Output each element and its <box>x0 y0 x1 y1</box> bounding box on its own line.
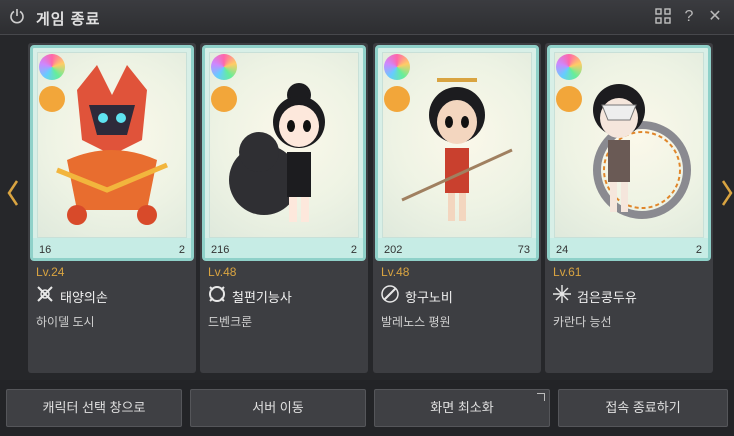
skill-badge-icon <box>556 86 582 112</box>
character-portrait: 216 2 <box>202 45 366 261</box>
character-portrait: 24 2 <box>547 45 711 261</box>
rainbow-badge-icon <box>384 54 410 80</box>
character-name: 검은콩두유 <box>577 290 637 305</box>
help-icon[interactable]: ? <box>680 8 698 26</box>
server-move-button[interactable]: 서버 이동 <box>190 389 366 427</box>
class-icon <box>381 285 399 303</box>
skill-badge-icon <box>384 86 410 112</box>
stat-left: 202 <box>384 244 403 256</box>
character-card[interactable]: 16 2 Lv.24 태양의손 하이델 도시 <box>28 43 196 373</box>
character-location: 발레노스 평원 <box>381 315 451 329</box>
stat-left: 16 <box>39 244 52 256</box>
character-name: 항구노비 <box>405 290 453 305</box>
character-level: Lv.61 <box>553 265 582 279</box>
stat-left: 216 <box>211 244 230 256</box>
character-card[interactable]: 216 2 Lv.48 철편기능사 드벤크룬 <box>200 43 368 373</box>
rainbow-badge-icon <box>211 54 237 80</box>
stat-left: 24 <box>556 244 569 256</box>
class-icon <box>553 285 571 303</box>
window-title: 게임 종료 <box>36 11 101 28</box>
quit-button[interactable]: 접속 종료하기 <box>558 389 728 427</box>
corner-arrow-icon <box>537 393 545 401</box>
class-icon <box>209 286 225 302</box>
character-level: Lv.48 <box>208 265 237 279</box>
stat-right: 2 <box>695 244 702 256</box>
rainbow-badge-icon <box>39 54 65 80</box>
stat-right: 2 <box>350 244 357 256</box>
character-level: Lv.48 <box>381 265 410 279</box>
stat-right: 73 <box>517 244 530 256</box>
character-name: 태양의손 <box>60 290 108 305</box>
rainbow-badge-icon <box>556 54 582 80</box>
grid-icon[interactable] <box>654 8 672 26</box>
title-bar: 게임 종료 ? ✕ <box>0 0 734 35</box>
character-card[interactable]: 24 2 Lv.61 검은콩두유 카란다 능선 <box>545 43 713 373</box>
power-icon <box>10 9 24 24</box>
character-level: Lv.24 <box>36 265 65 279</box>
character-location: 드벤크룬 <box>208 315 253 329</box>
character-select-button[interactable]: 캐릭터 선택 창으로 <box>6 389 182 427</box>
character-card[interactable]: 202 73 Lv.48 항구노비 발레노스 평원 <box>373 43 541 373</box>
class-icon <box>37 286 53 302</box>
character-portrait: 202 73 <box>375 45 539 261</box>
character-portrait: 16 2 <box>30 45 194 261</box>
character-location: 하이델 도시 <box>36 315 95 329</box>
character-name: 철편기능사 <box>232 290 292 305</box>
skill-badge-icon <box>211 86 237 112</box>
character-location: 카란다 능선 <box>553 315 612 329</box>
minimize-button-label: 화면 최소화 <box>430 400 494 415</box>
next-arrow-icon[interactable] <box>720 178 734 208</box>
stat-right: 2 <box>178 244 185 256</box>
close-icon[interactable]: ✕ <box>706 8 724 26</box>
minimize-button[interactable]: 화면 최소화 <box>374 389 550 427</box>
prev-arrow-icon[interactable] <box>6 178 20 208</box>
skill-badge-icon <box>39 86 65 112</box>
